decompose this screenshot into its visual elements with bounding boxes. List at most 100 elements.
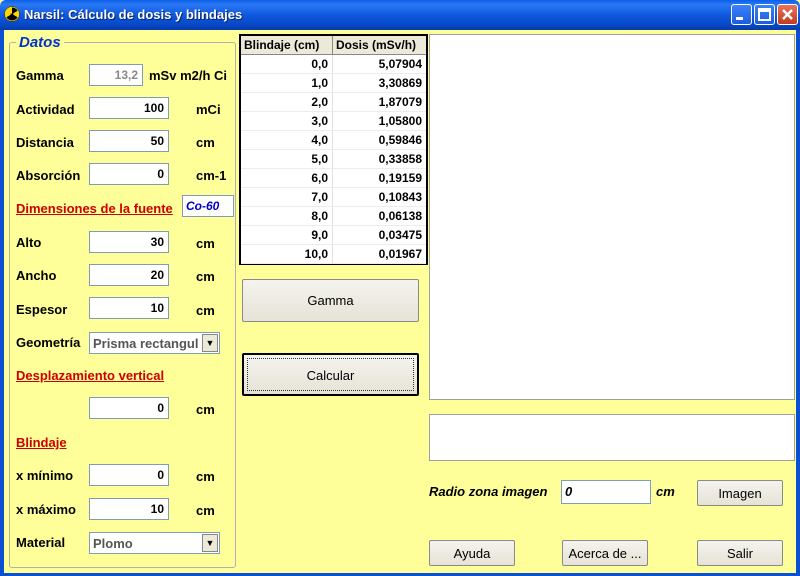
ancho-field[interactable]: 20 [89, 264, 169, 286]
source-name-field: Co-60 [182, 195, 234, 217]
cell-dosis: 5,07904 [378, 57, 422, 71]
cell-dosis: 3,30869 [378, 76, 422, 90]
desplazamiento-unit: cm [196, 402, 215, 417]
cell-dosis: 0,19159 [378, 171, 422, 185]
radio-zona-unit: cm [656, 484, 675, 499]
cell-blindaje: 1,0 [241, 74, 333, 92]
cell-dosis: 0,01967 [378, 247, 422, 261]
cell-dosis: 0,10843 [378, 190, 422, 204]
cell-blindaje: 6,0 [241, 169, 333, 187]
material-label: Material [16, 535, 66, 550]
absorcion-field[interactable]: 0 [89, 163, 169, 185]
geometria-label: Geometría [16, 335, 81, 350]
material-value: Plomo [93, 536, 133, 551]
espesor-unit: cm [196, 303, 215, 318]
absorcion-label: Absorción [16, 168, 81, 183]
window-frame-right [796, 30, 800, 576]
table-header: Blindaje (cm) Dosis (mSv/h) [241, 36, 426, 55]
distancia-unit: cm [196, 135, 215, 150]
cell-blindaje: 10,0 [241, 245, 333, 263]
title-bar: Narsil: Cálculo de dosis y blindajes [0, 0, 800, 30]
distancia-field[interactable]: 50 [89, 130, 169, 152]
alto-field[interactable]: 30 [89, 231, 169, 253]
material-select[interactable]: Plomo ▼ [89, 532, 220, 554]
table-body: 0,0 5,07904 1,0 3,30869 2,0 1,87079 3,0 1,05800… [241, 55, 426, 264]
column-header-dosis: Dosis (mSv/h) [336, 38, 417, 52]
cell-blindaje: 0,0 [241, 55, 333, 73]
minimize-icon [736, 17, 743, 20]
table-row[interactable]: 2,0 1,87079 [241, 93, 426, 112]
gamma-field[interactable]: 13,2 [89, 64, 143, 86]
maximize-icon [758, 8, 771, 21]
desplazamiento-field[interactable]: 0 [89, 397, 169, 419]
table-row[interactable]: 9,0 0,03475 [241, 226, 426, 245]
datos-group-title: Datos [16, 34, 64, 51]
table-row[interactable]: 7,0 0,10843 [241, 188, 426, 207]
table-row[interactable]: 8,0 0,06138 [241, 207, 426, 226]
blindaje-title: Blindaje [16, 435, 67, 450]
chevron-down-icon[interactable]: ▼ [202, 334, 218, 352]
x-maximo-unit: cm [196, 503, 215, 518]
close-button[interactable] [777, 4, 798, 25]
cell-dosis: 1,87079 [378, 95, 422, 109]
table-row[interactable]: 4,0 0,59846 [241, 131, 426, 150]
image-panel [429, 34, 795, 400]
column-header-blindaje: Blindaje (cm) [241, 36, 333, 54]
cell-blindaje: 5,0 [241, 150, 333, 168]
x-maximo-field[interactable]: 10 [89, 498, 169, 520]
ancho-label: Ancho [16, 268, 57, 283]
table-row[interactable]: 0,0 5,07904 [241, 55, 426, 74]
geometria-select[interactable]: Prisma rectangul ▼ [89, 332, 220, 354]
x-minimo-label: x mínimo [16, 468, 74, 483]
cell-blindaje: 7,0 [241, 188, 333, 206]
espesor-field[interactable]: 10 [89, 297, 169, 319]
x-minimo-unit: cm [196, 469, 215, 484]
acerca-button[interactable]: Acerca de ... [562, 540, 648, 566]
actividad-field[interactable]: 100 [89, 97, 169, 119]
distancia-label: Distancia [16, 135, 74, 150]
radio-zona-label: Radio zona imagen [429, 484, 548, 499]
message-panel [429, 414, 795, 461]
close-icon [782, 9, 793, 20]
ayuda-button[interactable]: Ayuda [429, 540, 515, 566]
cell-blindaje: 8,0 [241, 207, 333, 225]
radio-zona-field[interactable]: 0 [561, 480, 651, 504]
window-frame-left [0, 30, 4, 576]
cell-blindaje: 3,0 [241, 112, 333, 130]
table-row[interactable]: 1,0 3,30869 [241, 74, 426, 93]
ancho-unit: cm [196, 269, 215, 284]
gamma-label: Gamma [16, 68, 64, 83]
table-row[interactable]: 5,0 0,33858 [241, 150, 426, 169]
absorcion-unit: cm-1 [196, 168, 227, 183]
table-row[interactable]: 6,0 0,19159 [241, 169, 426, 188]
cell-dosis: 0,03475 [378, 228, 422, 242]
table-row[interactable]: 10,0 0,01967 [241, 245, 426, 264]
gamma-unit: mSv m2/h Ci [149, 68, 228, 83]
salir-button[interactable]: Salir [697, 540, 783, 566]
chevron-down-icon[interactable]: ▼ [202, 534, 218, 552]
x-minimo-field[interactable]: 0 [89, 464, 169, 486]
geometria-value: Prisma rectangul [93, 336, 199, 351]
cell-dosis: 0,06138 [378, 209, 422, 223]
imagen-button[interactable]: Imagen [697, 480, 783, 506]
gamma-button[interactable]: Gamma [242, 279, 419, 322]
results-table[interactable]: Blindaje (cm) Dosis (mSv/h) 0,0 5,07904 1,… [239, 34, 428, 265]
window-title: Narsil: Cálculo de dosis y blindajes [24, 7, 243, 22]
x-maximo-label: x máximo [16, 502, 76, 517]
table-row[interactable]: 3,0 1,05800 [241, 112, 426, 131]
calcular-button[interactable]: Calcular [242, 353, 419, 396]
minimize-button[interactable] [731, 4, 752, 25]
alto-label: Alto [16, 235, 42, 250]
cell-blindaje: 4,0 [241, 131, 333, 149]
cell-blindaje: 9,0 [241, 226, 333, 244]
cell-dosis: 0,33858 [378, 152, 422, 166]
desplazamiento-title: Desplazamiento vertical [16, 368, 165, 383]
cell-dosis: 1,05800 [378, 114, 422, 128]
actividad-unit: mCi [196, 102, 221, 117]
dimensiones-title: Dimensiones de la fuente [16, 201, 173, 216]
radiation-icon [4, 6, 20, 22]
actividad-label: Actividad [16, 102, 75, 117]
maximize-button[interactable] [754, 4, 775, 25]
cell-dosis: 0,59846 [378, 133, 422, 147]
alto-unit: cm [196, 236, 215, 251]
